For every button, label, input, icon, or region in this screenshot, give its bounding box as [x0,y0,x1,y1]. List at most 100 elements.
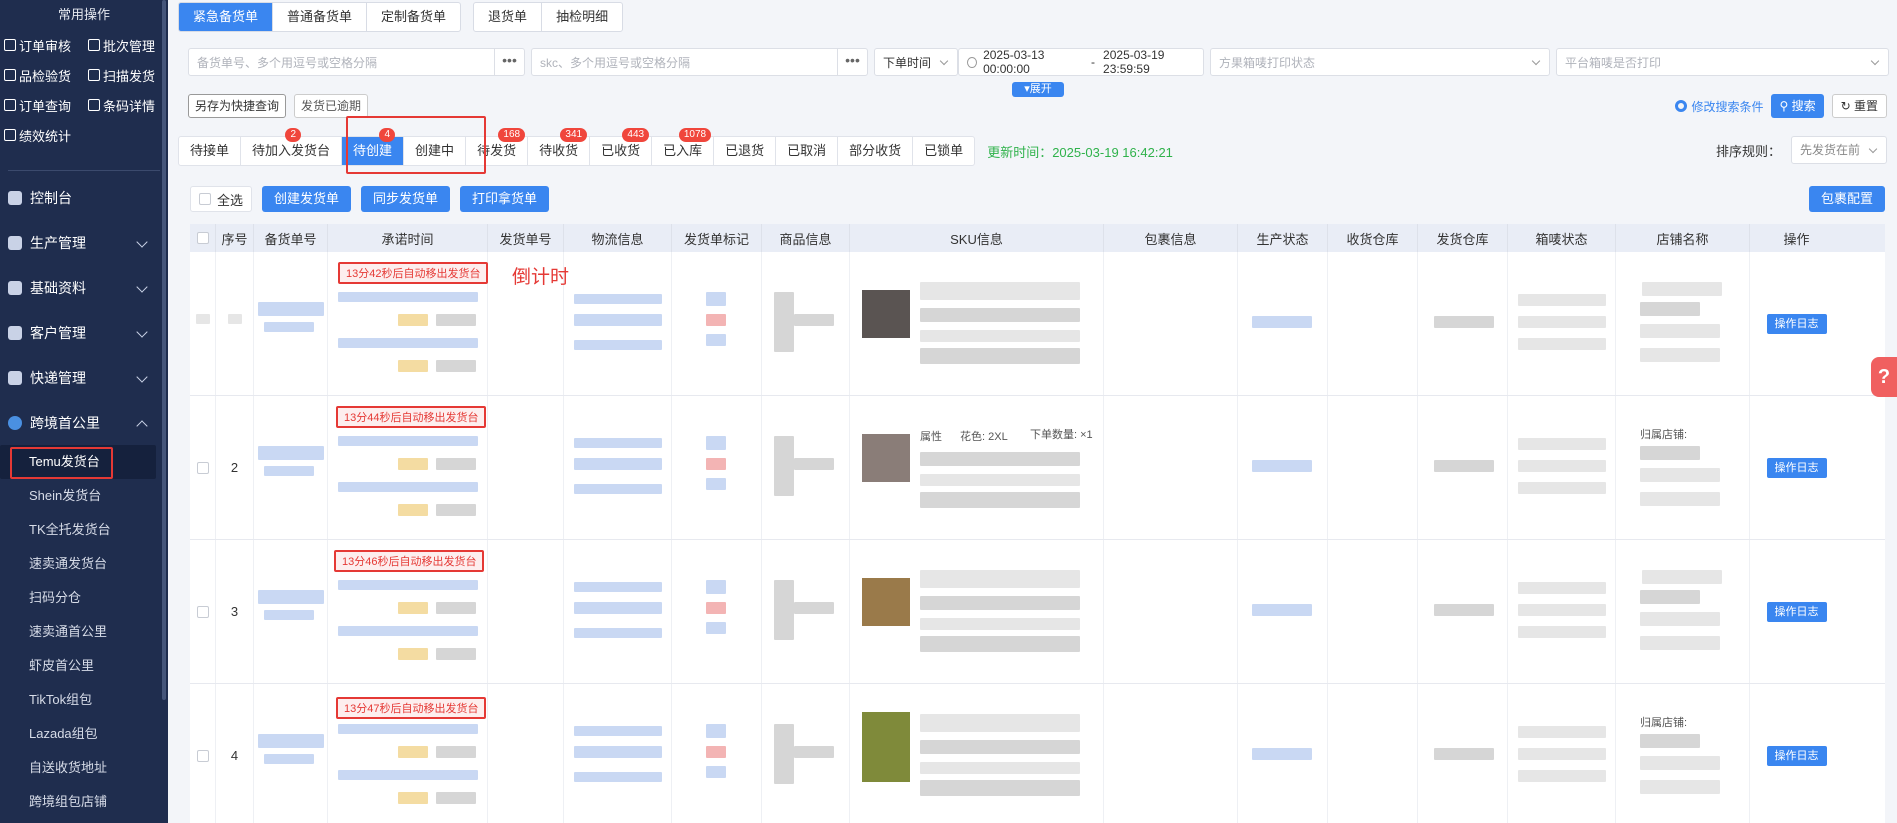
menu-production[interactable]: 生产管理 [0,220,168,265]
quick-query-row: 另存为快捷查询 发货已逾期 [188,94,369,118]
checkbox[interactable] [196,232,209,244]
status-tab-pending-join[interactable]: 待加入发货台 2 [241,128,343,165]
order-number-cell[interactable] [254,540,328,683]
print-pick-button[interactable]: 打印拿货单 [460,186,550,212]
status-tab-pending-accept[interactable]: 待接单 [179,137,242,165]
date-range-picker[interactable]: 2025-03-13 00:00:00 - 2025-03-19 23:59:5… [958,48,1204,76]
create-shipment-button[interactable]: 创建发货单 [262,186,352,212]
status-tab-locked[interactable]: 已锁单 [913,137,974,165]
status-tab-cancelled[interactable]: 已取消 [776,137,839,165]
submenu-aliexpress-first-mile[interactable]: 速卖通首公里 [0,615,168,649]
submenu-tiktok[interactable]: TikTok组包 [0,683,168,717]
tab-group-stock: 紧急备货单 普通备货单 定制备货单 [178,2,462,32]
menu-express[interactable]: 快递管理 [0,355,168,400]
quick-barcode[interactable]: 条码详情 [84,90,168,120]
blurred-content [1252,604,1312,616]
platform-print-select[interactable]: 平台箱唛是否打印 [1556,48,1889,76]
checkbox[interactable] [196,605,209,618]
quick-inspect[interactable]: 品检验货 [0,60,84,90]
menu-cross-border[interactable]: 跨境首公里 [0,400,168,445]
operation-log-button[interactable]: 操作日志 [1766,601,1827,622]
blurred-content [920,570,1080,588]
search-button[interactable]: ⚲ 搜索 [1771,94,1824,118]
product-info-cell [762,396,850,539]
blurred-content [1434,460,1494,472]
checkbox[interactable] [199,193,211,205]
operation-log-button[interactable]: 操作日志 [1766,457,1827,478]
order-number-cell[interactable] [254,684,328,823]
menu-basic-data[interactable]: 基础资料 [0,265,168,310]
order-number-cell[interactable] [254,252,328,395]
sync-shipment-button[interactable]: 同步发货单 [361,186,451,212]
submenu-cross-shop[interactable]: 跨境组包店铺 [0,785,168,819]
package-config-button[interactable]: 包裹配置 [1808,186,1885,212]
save-quick-query-button[interactable]: 另存为快捷查询 [188,94,287,118]
tab-urgent[interactable]: 紧急备货单 [179,3,274,31]
checkbox[interactable] [196,749,209,762]
tab-returns[interactable]: 退货单 [474,3,543,31]
status-tab-pending-create[interactable]: 待创建 4 [342,128,405,165]
submenu-aliexpress[interactable]: 速卖通发货台 [0,547,168,581]
blurred-content [706,724,726,738]
blurred-content [436,360,476,372]
tab-spot-check[interactable]: 抽检明细 [542,3,622,31]
status-tab-creating[interactable]: 创建中 [404,137,467,165]
expand-button[interactable]: ▾展开 [1012,82,1064,97]
time-type-select[interactable]: 下单时间 [874,48,958,76]
blurred-content [338,580,478,590]
quick-scan-ship[interactable]: 扫描发货 [84,60,168,90]
status-tab-pending-receive[interactable]: 待收货 341 [528,128,591,165]
menu-customer[interactable]: 客户管理 [0,310,168,355]
status-tab-received[interactable]: 已收货 443 [590,128,653,165]
print-status-select[interactable]: 方果箱唛打印状态 [1210,48,1550,76]
submenu-tk[interactable]: TK全托发货台 [0,513,168,547]
more-dots-button[interactable]: ••• [494,49,524,75]
order-number-cell[interactable] [254,396,328,539]
help-tab[interactable]: ? [1871,357,1897,397]
order-search-input[interactable]: 备货单号、多个用逗号或空格分隔 ••• [188,48,525,76]
operation-log-button[interactable]: 操作日志 [1766,745,1827,766]
blurred-content [1640,590,1700,604]
more-dots-button[interactable]: ••• [837,49,867,75]
edit-conditions-link[interactable]: 修改搜索条件 [1675,98,1763,115]
status-tab-pending-ship[interactable]: 待发货 168 [466,128,529,165]
blurred-content [436,746,476,758]
header-cell: 操作 [1783,231,1810,247]
blurred-content [920,740,1080,754]
blurred-content [1640,348,1720,362]
select-all[interactable]: 全选 [190,186,253,212]
sort-select[interactable]: 先发货在前 [1791,136,1887,164]
sidebar-scrollbar[interactable] [162,0,166,700]
shop-name-cell [1616,540,1750,683]
production-icon [8,235,22,250]
status-tab-returned[interactable]: 已退货 [714,137,777,165]
status-tab-stocked[interactable]: 已入库 1078 [652,128,715,165]
menu-dashboard[interactable]: 控制台 [0,175,168,220]
sku-attr-text: 属性 [920,431,942,443]
search-row: 备货单号、多个用逗号或空格分隔 ••• skc、多个用逗号或空格分隔 ••• 下… [188,48,1889,76]
tab-custom[interactable]: 定制备货单 [367,3,460,31]
reset-button[interactable]: ↻ 重置 [1831,94,1887,118]
overdue-filter-button[interactable]: 发货已逾期 [294,94,369,118]
submenu-self-delivery[interactable]: 自送收货地址 [0,751,168,785]
blurred-content [1518,482,1606,494]
package-info-cell [1104,540,1238,683]
status-tab-partial[interactable]: 部分收货 [838,137,914,165]
blurred-content [264,610,314,620]
tab-normal[interactable]: 普通备货单 [273,3,368,31]
quick-order-audit[interactable]: 订单审核 [0,30,84,60]
blurred-content [706,478,726,490]
operation-log-button[interactable]: 操作日志 [1766,313,1827,334]
checkbox[interactable] [196,461,209,474]
submenu-shein[interactable]: Shein发货台 [0,479,168,513]
submenu-shopee[interactable]: 虾皮首公里 [0,649,168,683]
submenu-scan-split[interactable]: 扫码分仓 [0,581,168,615]
order-audit-icon [4,39,16,51]
quick-order-query[interactable]: 订单查询 [0,90,84,120]
skc-search-input[interactable]: skc、多个用逗号或空格分隔 ••• [531,48,868,76]
quick-stats[interactable]: 绩效统计 [0,120,84,150]
quick-batch[interactable]: 批次管理 [84,30,168,60]
sidebar-divider [8,170,160,171]
submenu-temu[interactable]: Temu发货台 [0,445,156,479]
submenu-lazada[interactable]: Lazada组包 [0,717,168,751]
